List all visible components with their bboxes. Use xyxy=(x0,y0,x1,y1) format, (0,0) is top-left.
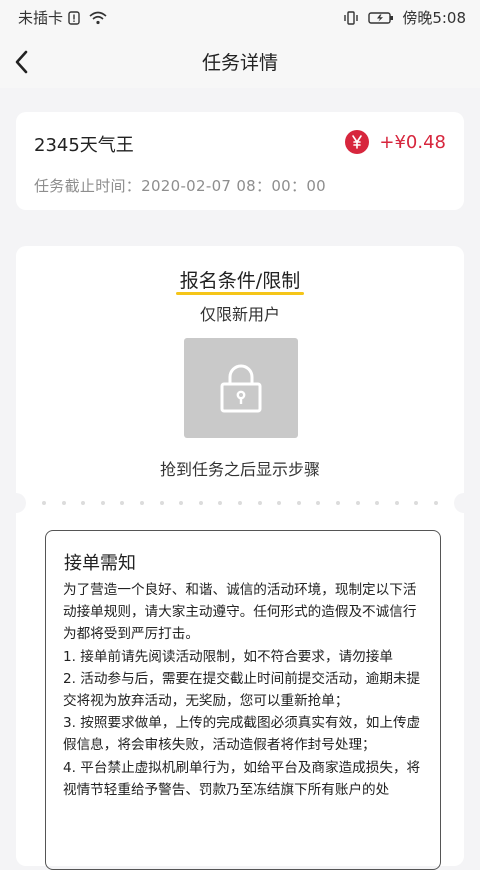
carrier-label: 未插卡 xyxy=(18,9,64,27)
conditions-title-text: 报名条件/限制 xyxy=(179,270,301,292)
page-title: 任务详情 xyxy=(201,52,278,74)
reward-amount: +¥0.48 xyxy=(379,131,446,153)
card-notch-left xyxy=(6,493,26,513)
reward-coin-icon xyxy=(345,130,370,154)
reward: +¥0.48 xyxy=(345,130,446,154)
wifi-icon xyxy=(89,11,107,25)
notice-body: 为了营造一个良好、和谐、诚信的活动环境，现制定以下活动接单规则，请大家主动遵守。… xyxy=(63,579,430,801)
clock-time: 傍晚5:08 xyxy=(402,9,466,27)
status-bar: 未插卡 傍晚5:08 xyxy=(0,0,480,34)
dotted-divider xyxy=(42,501,438,505)
notice-paragraph: 1. 接单前请先阅读活动限制，如不符合要求，请勿接单 xyxy=(63,648,393,665)
title-highlight xyxy=(175,292,305,295)
order-notice-box: 接单需知 为了营造一个良好、和谐、诚信的活动环境，现制定以下活动接单规则，请大家… xyxy=(45,530,441,870)
notice-paragraph: 4. 平台禁止虚拟机刷单行为，如给平台及商家造成损失，将视情节轻重给予警告、罚款… xyxy=(63,759,421,798)
sim-alert-icon xyxy=(67,10,85,25)
card-notch-right xyxy=(454,493,474,513)
notice-paragraph: 为了营造一个良好、和谐、诚信的活动环境，现制定以下活动接单规则，请大家主动遵守。… xyxy=(63,582,417,643)
limit-text: 仅限新用户 xyxy=(199,305,280,324)
conditions-title: 报名条件/限制 xyxy=(175,266,305,295)
notice-paragraph: 2. 活动参与后，需要在提交截止时间前提交活动，逾期未提交将视为放弃活动，无奖励… xyxy=(63,670,421,710)
task-summary-card: 2345天气王 +¥0.48 任务截止时间：2020-02-07 08：00：0… xyxy=(16,112,464,210)
battery-icon xyxy=(368,11,394,25)
nav-bar: 任务详情 xyxy=(0,34,480,88)
steps-hint: 抢到任务之后显示步骤 xyxy=(159,460,320,479)
task-deadline: 任务截止时间：2020-02-07 08：00：00 xyxy=(34,177,327,195)
vibrate-icon xyxy=(342,10,360,25)
notice-paragraph: 3. 按照要求做单，上传的完成截图必须真实有效，如上传虚假信息，将会审核失败，活… xyxy=(63,715,421,754)
notice-title: 接单需知 xyxy=(64,553,136,574)
task-app-name: 2345天气王 xyxy=(34,135,134,156)
lock-icon xyxy=(220,364,262,413)
locked-steps-placeholder xyxy=(184,338,298,438)
task-detail-card: 报名条件/限制 仅限新用户 抢到任务之后显示步骤 接单需知 为了营造一个良好、和… xyxy=(6,246,474,870)
